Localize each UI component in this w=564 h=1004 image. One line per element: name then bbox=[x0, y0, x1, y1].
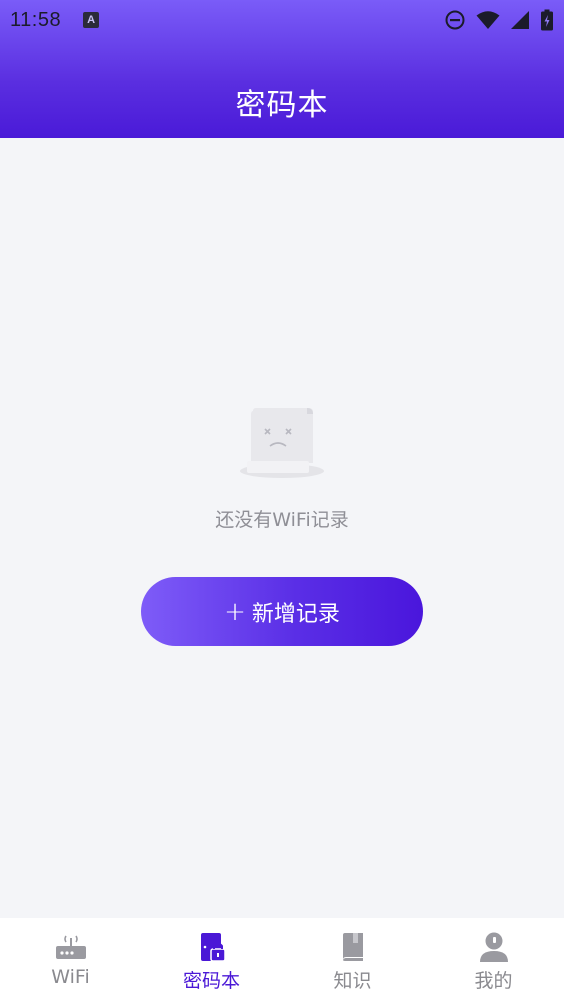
wifi-icon bbox=[476, 11, 500, 29]
empty-message: 还没有WiFi记录 bbox=[215, 509, 349, 531]
a-icon: A bbox=[83, 12, 100, 28]
router-icon bbox=[53, 930, 89, 964]
tab-wifi[interactable]: WiFi bbox=[0, 918, 141, 1004]
plus-icon: + bbox=[224, 596, 246, 627]
book-icon bbox=[335, 930, 371, 964]
status-time: 11:58 bbox=[10, 8, 62, 31]
signal-icon bbox=[511, 11, 529, 29]
status-bar: 11:58 A bbox=[0, 0, 564, 40]
password-book-icon bbox=[194, 930, 230, 964]
header: 11:58 A 密码本 bbox=[0, 0, 564, 138]
add-record-label: 新增记录 bbox=[251, 601, 340, 627]
tab-password-book[interactable]: 密码本 bbox=[141, 918, 282, 1004]
tab-label-wifi: WiFi bbox=[51, 966, 90, 988]
battery-icon bbox=[541, 9, 553, 31]
tab-label-knowledge: 知识 bbox=[333, 970, 372, 992]
tab-mine[interactable]: 我的 bbox=[423, 918, 564, 1004]
empty-state: 还没有WiFi记录 bbox=[0, 405, 564, 532]
do-not-disturb-icon bbox=[445, 10, 465, 30]
tab-knowledge[interactable]: 知识 bbox=[282, 918, 423, 1004]
bottom-tab-bar: WiFi 密码本 知识 我的 bbox=[0, 918, 564, 1004]
tab-label-password-book: 密码本 bbox=[182, 970, 240, 992]
empty-paper-icon bbox=[240, 408, 324, 478]
page-title: 密码本 bbox=[235, 88, 329, 123]
tab-label-mine: 我的 bbox=[474, 970, 513, 992]
user-icon bbox=[476, 930, 512, 964]
add-record-button[interactable]: + 新增记录 bbox=[141, 577, 423, 646]
status-icons bbox=[444, 9, 554, 31]
